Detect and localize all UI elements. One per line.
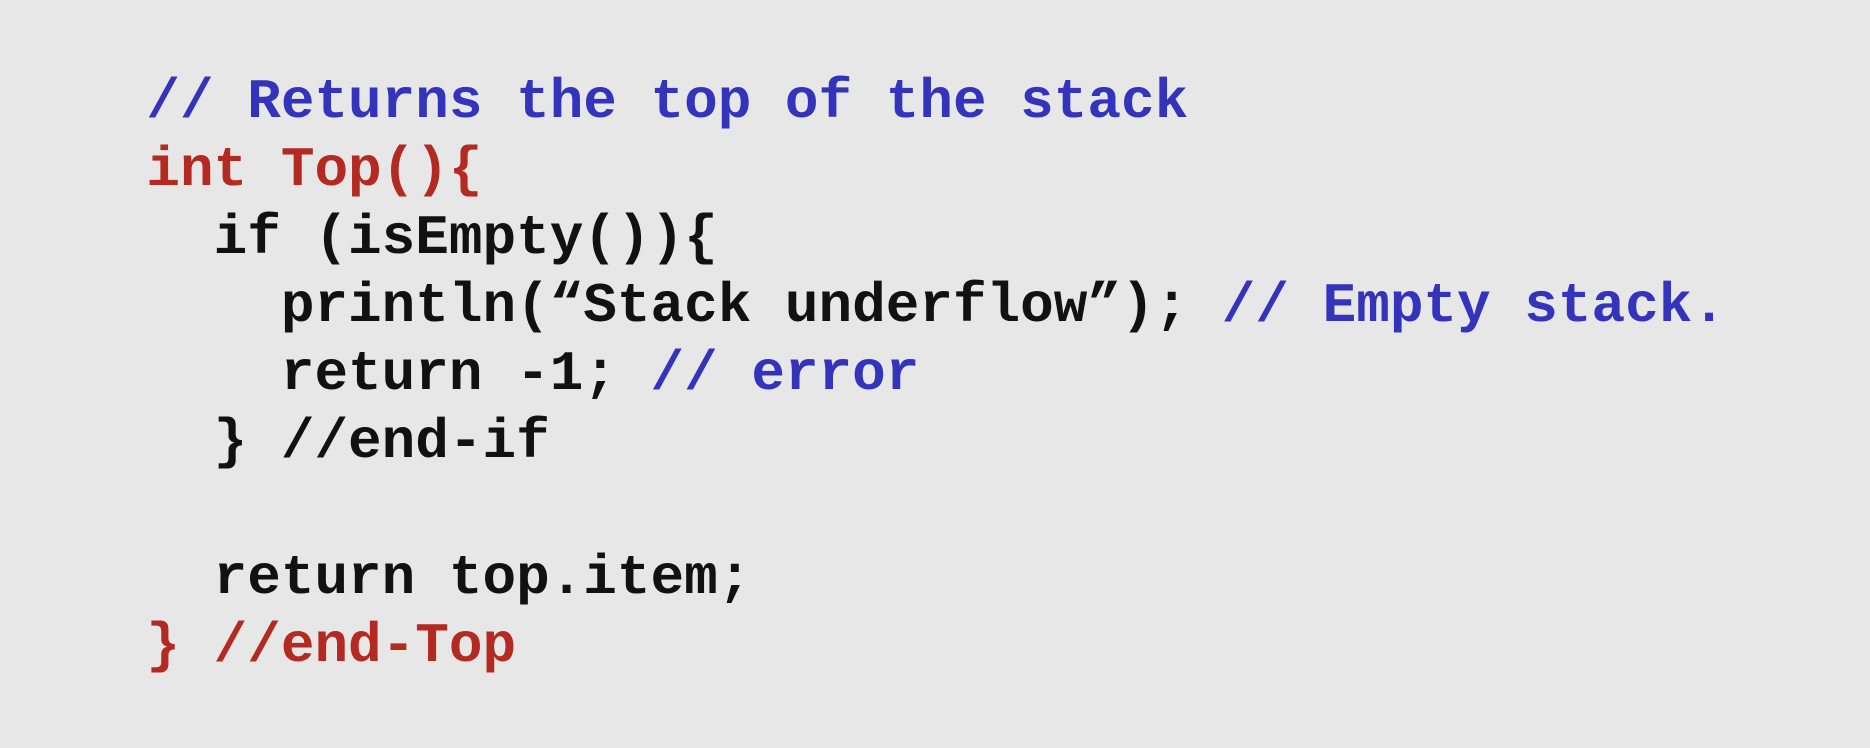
code-line-3: if (isEmpty()){	[12, 136, 718, 270]
code-line-8: return top.item;	[12, 476, 752, 610]
code-line-2: int Top(){	[12, 68, 482, 202]
code-listing: // Returns the top of the stack int Top(…	[0, 0, 1870, 678]
code-line-4: println(“Stack underflow”); // Empty sta…	[12, 204, 1726, 338]
code-line-6: } //end-if	[12, 340, 550, 474]
end-top-token: } //end-Top	[146, 614, 517, 678]
code-line-1: // Returns the top of the stack	[12, 0, 1188, 134]
comment-token: // error	[650, 342, 920, 406]
comment-token: // Empty stack.	[1221, 274, 1726, 338]
end-if-token: } //end-if	[146, 410, 550, 474]
code-line-5: return -1; // error	[12, 272, 920, 406]
code-line-9: } //end-Top	[12, 544, 516, 678]
